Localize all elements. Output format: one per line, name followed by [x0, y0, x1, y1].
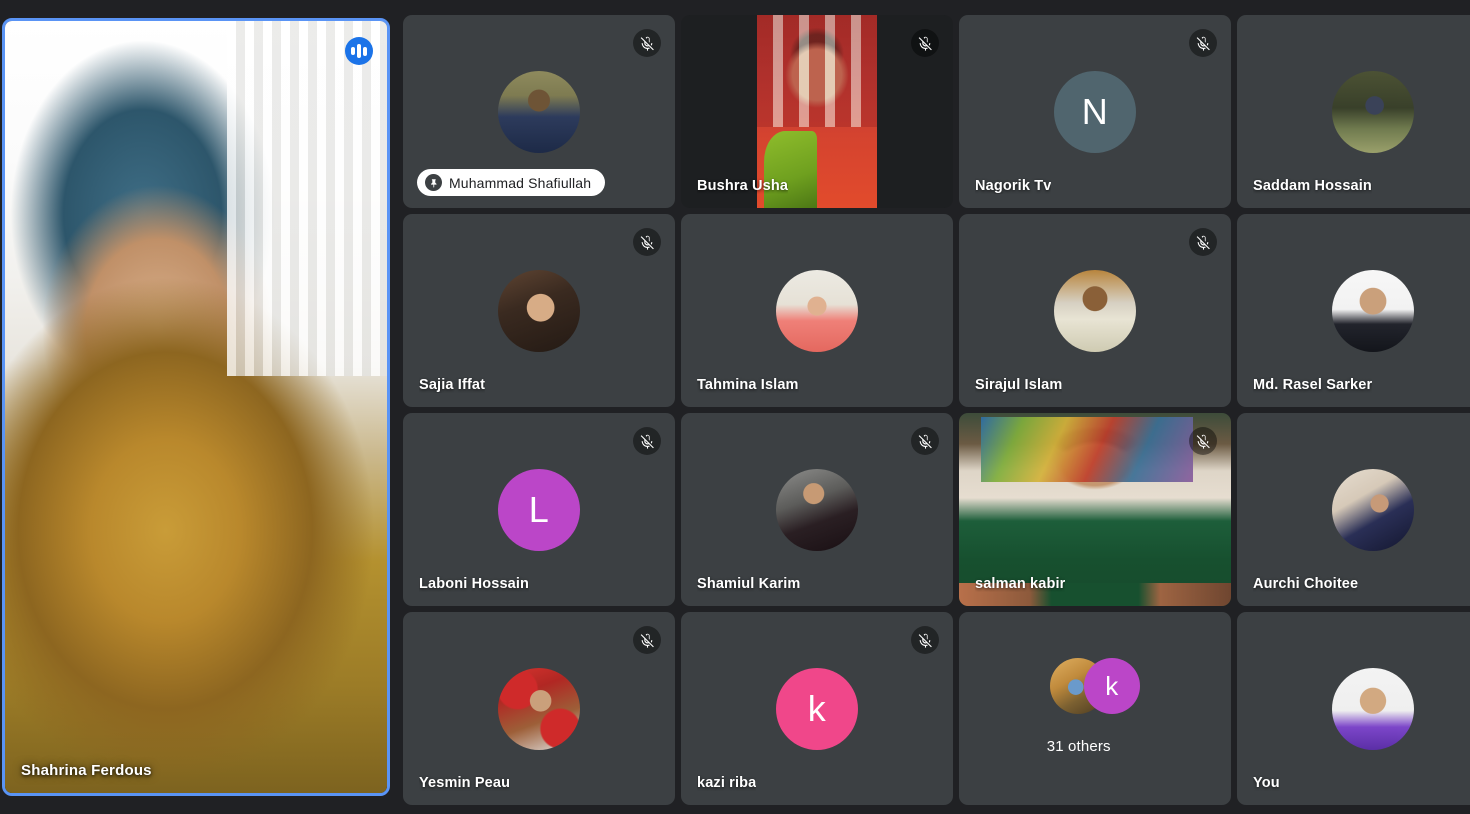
participant-cell: Sajia Iffat [403, 211, 681, 410]
participant-cell: You [1237, 609, 1470, 808]
participant-tile[interactable]: N Nagorik Tv [959, 15, 1231, 208]
participant-name: Bushra Usha [697, 178, 789, 194]
participant-cell: Yesmin Peau [403, 609, 681, 808]
participant-tile[interactable]: Muhammad Shafiullah [403, 15, 675, 208]
mic-off-icon [633, 29, 661, 57]
mic-off-icon [1189, 29, 1217, 57]
participant-tile[interactable]: salman kabir [959, 413, 1231, 606]
avatar [1332, 468, 1414, 551]
audio-level-icon [345, 37, 373, 65]
participant-tile[interactable]: Sirajul Islam [959, 214, 1231, 407]
avatar [1332, 269, 1414, 352]
mic-off-icon [1189, 228, 1217, 256]
participant-tile[interactable]: Saddam Hossain [1237, 15, 1470, 208]
participant-tile[interactable]: L Laboni Hossain [403, 413, 675, 606]
participant-grid: Muhammad Shafiullah Bushra Usha N Nagorik T… [403, 12, 1470, 808]
participant-name: Aurchi Choitee [1253, 576, 1359, 592]
avatar: N [1054, 70, 1136, 153]
mic-off-icon [911, 626, 939, 654]
avatar [498, 269, 580, 352]
participant-cell: salman kabir [959, 410, 1237, 609]
mic-off-icon [1189, 427, 1217, 455]
participant-cell: Md. Rasel Sarker [1237, 211, 1470, 410]
participant-cell: k kazi riba [681, 609, 959, 808]
avatar: L [498, 468, 580, 551]
main-speaker-stage: Shahrina Ferdous [2, 18, 390, 796]
participant-cell: k 31 others [959, 609, 1237, 808]
avatar [776, 269, 858, 352]
participant-tile[interactable]: Aurchi Choitee [1237, 413, 1470, 606]
avatar [498, 667, 580, 750]
avatar: k [776, 667, 858, 750]
participant-name: 31 others [1046, 738, 1111, 755]
avatar [776, 468, 858, 551]
participant-name-text: Muhammad Shafiullah [449, 174, 592, 191]
participant-name: Muhammad Shafiullah [417, 169, 606, 196]
participant-cell: Aurchi Choitee [1237, 410, 1470, 609]
participant-tile[interactable]: Sajia Iffat [403, 214, 675, 407]
participant-name: Sajia Iffat [419, 377, 486, 393]
participant-tile[interactable]: k kazi riba [681, 612, 953, 805]
participant-tile[interactable]: Shamiul Karim [681, 413, 953, 606]
main-speaker-video [5, 21, 387, 793]
participant-name: salman kabir [975, 576, 1066, 592]
participant-cell: Shamiul Karim [681, 410, 959, 609]
mic-off-icon [911, 29, 939, 57]
participant-tile[interactable]: Md. Rasel Sarker [1237, 214, 1470, 407]
avatar: k [1084, 658, 1140, 714]
participant-name: Laboni Hossain [419, 576, 530, 592]
mic-off-icon [633, 228, 661, 256]
mic-off-icon [633, 626, 661, 654]
participant-tile[interactable]: Yesmin Peau [403, 612, 675, 805]
participant-name: Sirajul Islam [975, 377, 1063, 393]
mic-off-icon [911, 427, 939, 455]
video-call-app: Shahrina Ferdous Muhammad Shafiullah Bush… [0, 0, 1470, 814]
participant-cell: N Nagorik Tv [959, 12, 1237, 211]
main-speaker-tile[interactable]: Shahrina Ferdous [2, 18, 390, 796]
participant-tile[interactable]: k 31 others [959, 612, 1231, 805]
participant-name: Md. Rasel Sarker [1253, 377, 1373, 393]
participant-cell: Saddam Hossain [1237, 12, 1470, 211]
participant-cell: Tahmina Islam [681, 211, 959, 410]
participant-cell: Sirajul Islam [959, 211, 1237, 410]
mic-off-icon [633, 427, 661, 455]
overflow-avatar-stack: k [959, 658, 1231, 714]
participant-name: You [1253, 775, 1280, 791]
participant-name: Nagorik Tv [975, 178, 1052, 194]
participant-name: Tahmina Islam [697, 377, 799, 393]
participant-cell: Muhammad Shafiullah [403, 12, 681, 211]
avatar [1332, 667, 1414, 750]
participant-tile[interactable]: You [1237, 612, 1470, 805]
participant-cell: L Laboni Hossain [403, 410, 681, 609]
participant-name: kazi riba [697, 775, 757, 791]
participant-tile[interactable]: Tahmina Islam [681, 214, 953, 407]
main-speaker-name: Shahrina Ferdous [21, 762, 152, 779]
participant-tile[interactable]: Bushra Usha [681, 15, 953, 208]
participant-name: Saddam Hossain [1253, 178, 1372, 194]
participant-name: Shamiul Karim [697, 576, 801, 592]
participant-name: Yesmin Peau [419, 775, 511, 791]
pin-icon [425, 174, 442, 191]
avatar [1332, 70, 1414, 153]
participant-cell: Bushra Usha [681, 12, 959, 211]
avatar [498, 70, 580, 153]
avatar [1054, 269, 1136, 352]
